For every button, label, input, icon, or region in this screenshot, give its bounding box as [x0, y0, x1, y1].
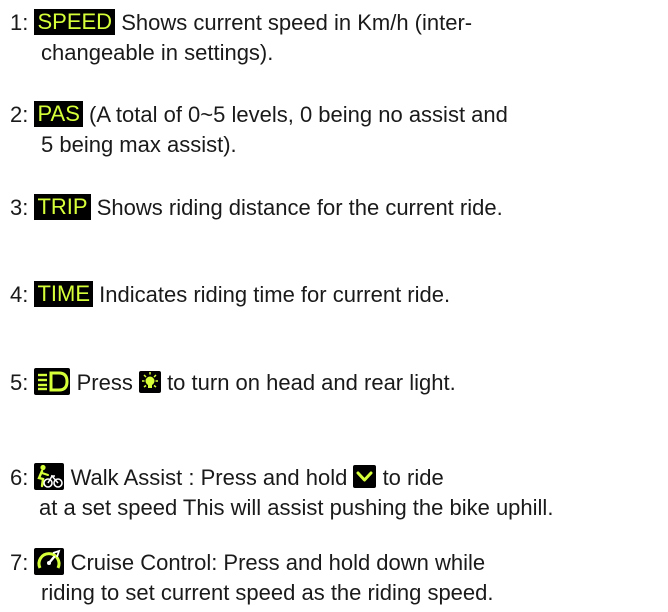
speed-badge: SPEED — [34, 9, 116, 35]
item-text-continued: 5 being max assist). — [41, 132, 237, 157]
item-number: 2: — [10, 102, 29, 127]
item-text-continued: changeable in settings). — [41, 40, 274, 65]
list-item-trip: 3: TRIP Shows riding distance for the cu… — [10, 193, 503, 223]
item-text: Shows current speed in Km/h (inter- — [115, 10, 473, 35]
headlight-icon — [34, 368, 71, 395]
walk-assist-icon — [34, 463, 65, 490]
item-number: 1: — [10, 10, 29, 35]
item-number: 6: — [10, 465, 29, 490]
list-item-light: 5: Press to turn on head and rear light. — [10, 368, 456, 398]
list-item-speed: 1: SPEED Shows current speed in Km/h (in… — [10, 8, 472, 68]
list-item-cruise-control: 7: Cruise Control: Press and hold down w… — [10, 548, 494, 608]
item-number: 5: — [10, 370, 29, 395]
item-text: Press — [70, 370, 139, 395]
list-item-time: 4: TIME Indicates riding time for curren… — [10, 280, 450, 310]
pas-badge: PAS — [34, 101, 83, 127]
item-text-continued: to turn on head and rear light. — [160, 370, 456, 395]
time-badge: TIME — [34, 281, 94, 307]
trip-badge: TRIP — [34, 194, 91, 220]
item-number: 3: — [10, 195, 29, 220]
item-text: Shows riding distance for the current ri… — [90, 195, 503, 220]
cruise-control-icon — [34, 548, 65, 575]
list-item-walk-assist: 6: Walk Assist : Press and hold to ride … — [10, 463, 553, 523]
list-item-pas: 2: PAS (A total of 0~5 levels, 0 being n… — [10, 100, 508, 160]
item-number: 4: — [10, 282, 29, 307]
light-button-icon — [138, 371, 161, 393]
item-text-continued: to ride — [376, 465, 444, 490]
chevron-down-icon — [353, 465, 377, 488]
item-text: (A total of 0~5 levels, 0 being no assis… — [82, 102, 508, 127]
item-text: Cruise Control: Press and hold down whil… — [64, 550, 486, 575]
item-text-continued: at a set speed This will assist pushing … — [39, 495, 554, 520]
item-text: Walk Assist : Press and hold — [64, 465, 354, 490]
item-text: Indicates riding time for current ride. — [93, 282, 451, 307]
item-text-continued: riding to set current speed as the ridin… — [41, 580, 494, 605]
item-number: 7: — [10, 550, 29, 575]
